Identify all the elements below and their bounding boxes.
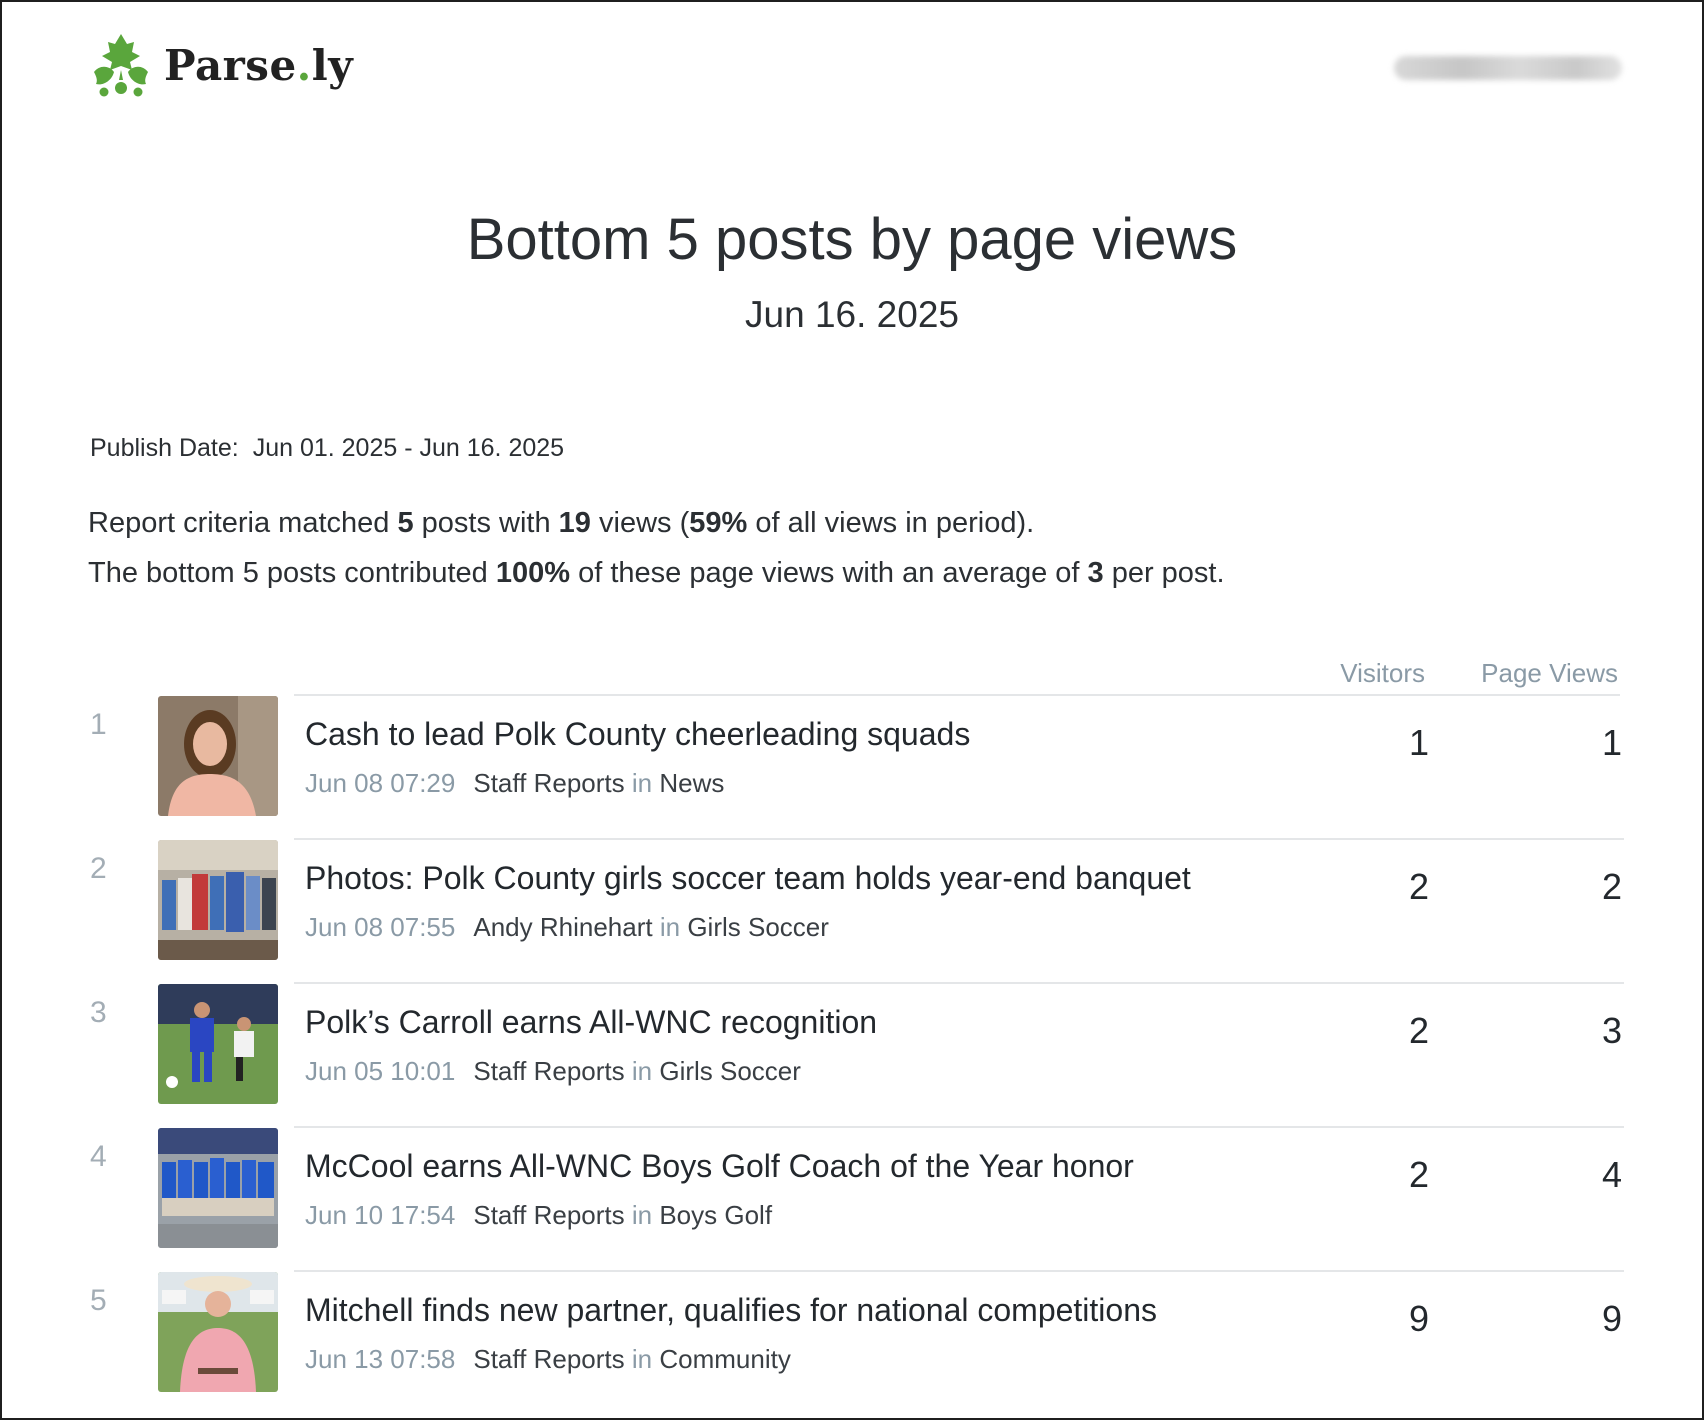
post-page-views: 1 (1601, 722, 1622, 763)
post-section[interactable]: Girls Soccer (687, 912, 829, 942)
post-thumbnail[interactable] (158, 984, 278, 1104)
column-header-page-views[interactable]: Page Views (1481, 658, 1618, 689)
post-visitors: 1 (1408, 722, 1429, 763)
post-thumbnail[interactable] (158, 1272, 278, 1392)
post-publish-time: Jun 08 07:55 (305, 912, 456, 942)
average-views: 3 (1087, 557, 1104, 589)
post-title-link[interactable]: McCool earns All-WNC Boys Golf Coach of … (305, 1148, 1134, 1185)
post-row: 2 Photos: Polk County girls soccer team … (2, 840, 1704, 984)
report-summary: Report criteria matched 5 posts with 19 … (88, 498, 1225, 598)
publish-date-filter: Publish Date: Jun 01. 2025 - Jun 16. 2025 (90, 434, 564, 463)
post-thumbnail[interactable] (158, 840, 278, 960)
post-meta: Jun 13 07:58 Staff Reports in Community (305, 1344, 791, 1374)
post-row: 4 McCool earns All-WNC Boys Golf Coach o… (2, 1128, 1704, 1272)
post-thumbnail[interactable] (158, 696, 278, 816)
post-row: 1 Cash to lead Polk County cheerleading … (2, 696, 1704, 840)
post-title-link[interactable]: Polk’s Carroll earns All-WNC recognition (305, 1004, 877, 1041)
post-page-views: 2 (1601, 866, 1622, 907)
matched-posts-count: 5 (397, 507, 414, 539)
post-section[interactable]: Girls Soccer (659, 1056, 801, 1086)
views-share-percent: 59% (689, 507, 748, 539)
brand-header: Parse.ly (90, 32, 353, 98)
post-rank: 5 (90, 1284, 107, 1317)
column-header-visitors[interactable]: Visitors (1340, 658, 1425, 689)
post-rank: 3 (90, 996, 107, 1029)
account-menu-blurred[interactable] (1394, 56, 1622, 80)
contribution-percent: 100% (495, 557, 571, 589)
post-title-link[interactable]: Photos: Polk County girls soccer team ho… (305, 860, 1191, 897)
post-row: 3 Polk’s Carroll earns All-WNC recogniti… (2, 984, 1704, 1128)
post-publish-time: Jun 13 07:58 (305, 1344, 456, 1374)
parsely-leaf-icon (94, 34, 148, 97)
post-section[interactable]: News (659, 768, 724, 798)
post-author[interactable]: Staff Reports (473, 1344, 624, 1374)
post-visitors: 9 (1408, 1298, 1429, 1339)
post-author[interactable]: Staff Reports (473, 768, 624, 798)
report-date: Jun 16. 2025 (745, 294, 959, 335)
post-row: 5 Mitchell finds new partner, qualifies … (2, 1272, 1704, 1416)
post-visitors: 2 (1408, 1010, 1429, 1051)
post-publish-time: Jun 05 10:01 (305, 1056, 456, 1086)
page-title: Bottom 5 posts by page views (466, 207, 1238, 272)
post-rank: 1 (90, 708, 107, 741)
matched-views-count: 19 (558, 507, 591, 539)
report-page: Parse.ly Bottom 5 posts by page views Ju… (0, 0, 1704, 1420)
post-visitors: 2 (1408, 866, 1429, 907)
post-meta: Jun 10 17:54 Staff Reports in Boys Golf (305, 1200, 773, 1230)
post-section[interactable]: Community (659, 1344, 790, 1374)
post-rank: 4 (90, 1140, 107, 1173)
post-page-views: 3 (1601, 1010, 1622, 1051)
post-meta: Jun 08 07:29 Staff Reports in News (305, 768, 725, 798)
brand-wordmark: Parse.ly (164, 40, 354, 90)
post-thumbnail[interactable] (158, 1128, 278, 1248)
summary-line-1: Report criteria matched 5 posts with 19 … (88, 507, 1035, 539)
post-author[interactable]: Staff Reports (473, 1056, 624, 1086)
post-visitors: 2 (1408, 1154, 1429, 1195)
publish-date-label: Publish Date: (90, 434, 239, 462)
post-section[interactable]: Boys Golf (659, 1200, 772, 1230)
post-author[interactable]: Staff Reports (473, 1200, 624, 1230)
post-page-views: 4 (1601, 1154, 1622, 1195)
summary-line-2: The bottom 5 posts contributed 100% of t… (88, 557, 1225, 589)
post-meta: Jun 08 07:55 Andy Rhinehart in Girls Socc… (305, 912, 829, 942)
post-meta: Jun 05 10:01 Staff Reports in Girls Socce… (305, 1056, 801, 1086)
post-title-link[interactable]: Mitchell finds new partner, qualifies fo… (305, 1292, 1157, 1329)
post-publish-time: Jun 08 07:29 (305, 768, 456, 798)
publish-date-range: Jun 01. 2025 - Jun 16. 2025 (252, 434, 565, 462)
post-rank: 2 (90, 852, 107, 885)
post-author[interactable]: Andy Rhinehart (473, 912, 652, 942)
post-page-views: 9 (1601, 1298, 1622, 1339)
post-publish-time: Jun 10 17:54 (305, 1200, 456, 1230)
post-title-link[interactable]: Cash to lead Polk County cheerleading sq… (305, 716, 970, 753)
